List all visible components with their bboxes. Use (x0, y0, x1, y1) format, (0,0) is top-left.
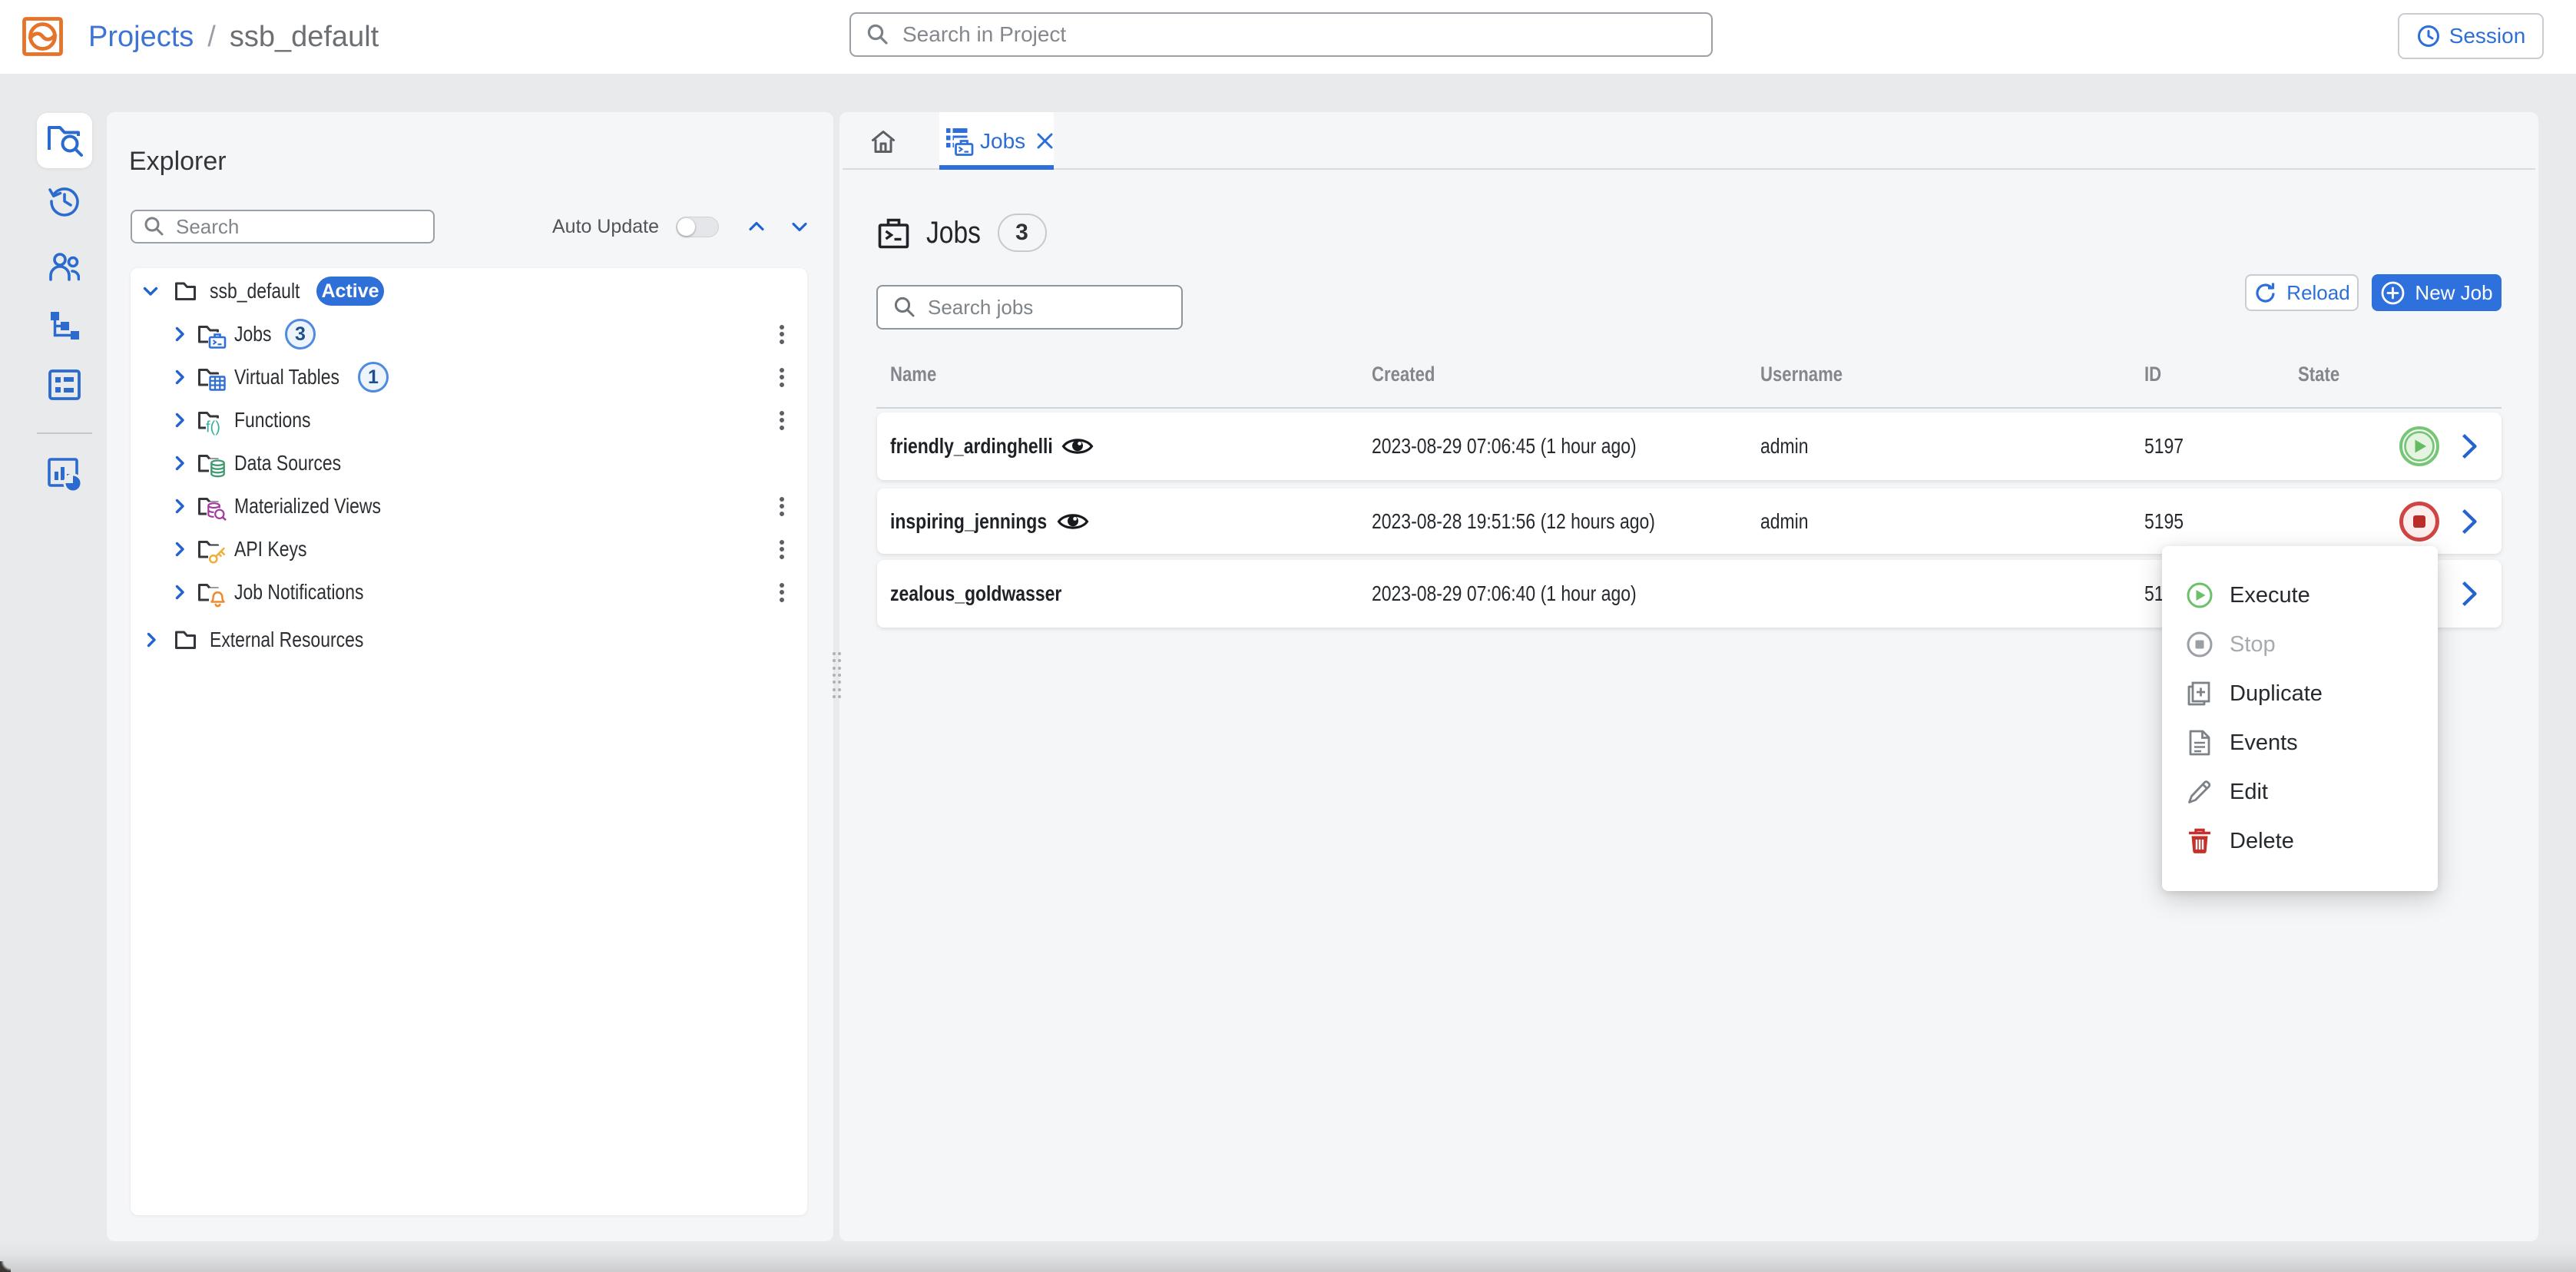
svg-text:f(): f() (206, 419, 220, 436)
